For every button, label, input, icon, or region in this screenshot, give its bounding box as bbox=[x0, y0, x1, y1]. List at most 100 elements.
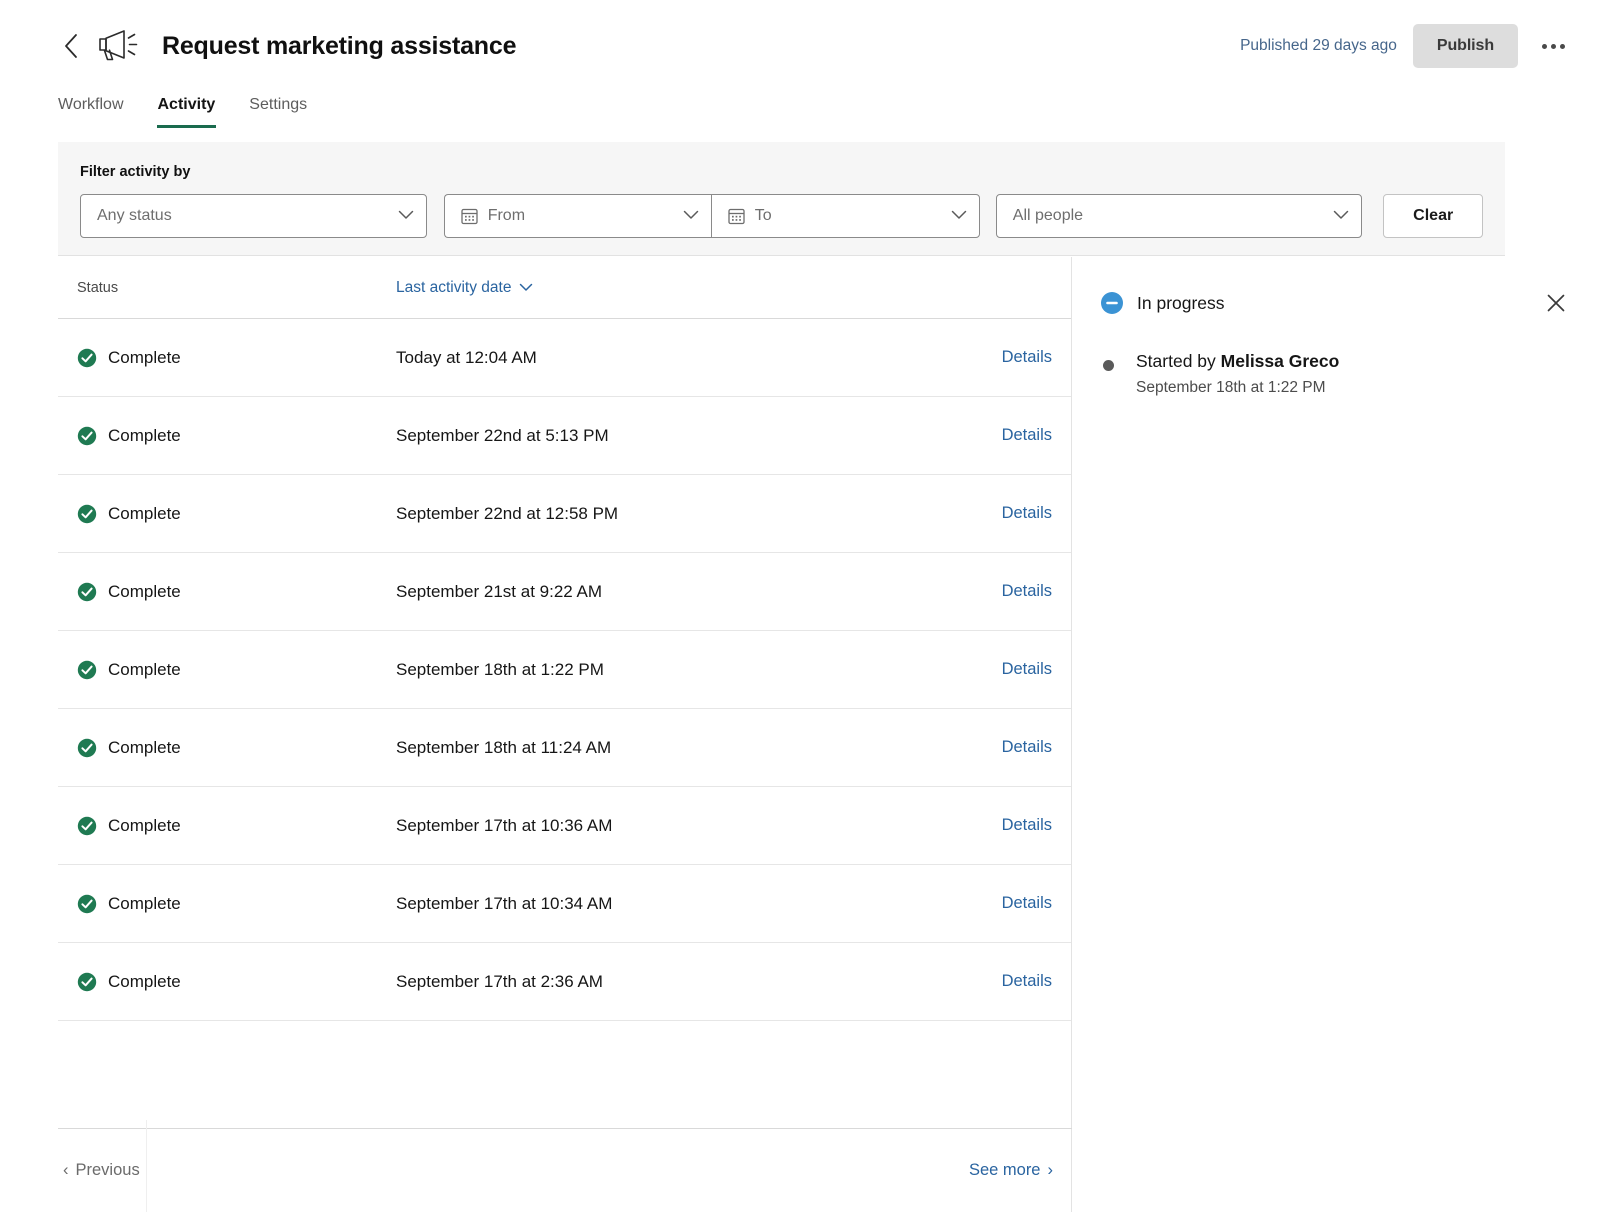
more-options-button[interactable] bbox=[1536, 29, 1570, 63]
see-more-label: See more bbox=[968, 1161, 1041, 1179]
timeline-item-title: Started by Melissa Greco bbox=[1136, 351, 1339, 372]
cell-details: Details bbox=[1002, 816, 1071, 835]
chevron-left-icon: ‹ bbox=[63, 1161, 69, 1179]
minus-circle-icon bbox=[1100, 291, 1124, 315]
details-link[interactable]: Details bbox=[1002, 816, 1052, 834]
status-filter-select[interactable]: Any status bbox=[80, 194, 427, 238]
column-header-last-activity-date[interactable]: Last activity date bbox=[396, 279, 533, 297]
to-date-filter-select[interactable]: To bbox=[710, 194, 980, 238]
table-row[interactable]: Complete September 22nd at 12:58 PM Detail… bbox=[58, 475, 1071, 553]
chevron-down-icon bbox=[1333, 207, 1349, 225]
timeline-item-timestamp: September 18th at 1:22 PM bbox=[1136, 379, 1326, 396]
pagination-bar: ‹ Previous See more › bbox=[58, 1128, 1072, 1212]
status-label: Complete bbox=[108, 425, 181, 445]
status-label: Complete bbox=[108, 503, 181, 523]
tab-workflow[interactable]: Workflow bbox=[58, 92, 124, 128]
status-label: Complete bbox=[108, 893, 181, 913]
tab-activity[interactable]: Activity bbox=[156, 92, 217, 128]
check-circle-icon bbox=[77, 582, 97, 602]
people-filter-value: All people bbox=[1012, 207, 1084, 224]
activity-timeline-item: Started by Melissa Greco September 18th … bbox=[1100, 351, 1572, 397]
details-link[interactable]: Details bbox=[1002, 582, 1052, 600]
ellipsis-icon bbox=[1559, 43, 1565, 49]
status-label: Complete bbox=[108, 581, 181, 601]
check-circle-icon bbox=[77, 972, 97, 992]
table-row[interactable]: Complete Today at 12:04 AM Details bbox=[58, 319, 1071, 397]
check-circle-icon bbox=[77, 426, 97, 446]
cell-last-activity-date: September 17th at 2:36 AM bbox=[396, 971, 603, 991]
column-header-status: Status bbox=[77, 279, 119, 296]
table-row[interactable]: Complete September 17th at 2:36 AM Details bbox=[58, 943, 1071, 1021]
status-label: Complete bbox=[108, 659, 181, 679]
details-link[interactable]: Details bbox=[1002, 894, 1052, 912]
cell-details: Details bbox=[1002, 582, 1071, 601]
publish-button[interactable]: Publish bbox=[1412, 24, 1518, 68]
check-circle-icon bbox=[77, 816, 97, 836]
details-link[interactable]: Details bbox=[1002, 738, 1052, 756]
chevron-right-icon: › bbox=[1047, 1161, 1054, 1179]
from-date-filter-select[interactable]: From bbox=[443, 194, 711, 238]
details-link[interactable]: Details bbox=[1002, 504, 1052, 522]
cell-details: Details bbox=[1002, 504, 1071, 523]
table-row[interactable]: Complete September 17th at 10:36 AM Detail… bbox=[58, 787, 1071, 865]
cell-details: Details bbox=[1002, 348, 1071, 367]
cell-last-activity-date: September 22nd at 12:58 PM bbox=[396, 503, 619, 523]
cell-details: Details bbox=[1002, 426, 1071, 445]
cell-last-activity-date: September 22nd at 5:13 PM bbox=[396, 425, 609, 445]
cell-status: Complete bbox=[58, 894, 396, 914]
previous-page-link[interactable]: ‹ Previous bbox=[63, 1161, 140, 1180]
details-link[interactable]: Details bbox=[1002, 426, 1052, 444]
table-row[interactable]: Complete September 22nd at 5:13 PM Details bbox=[58, 397, 1071, 475]
cell-details: Details bbox=[1002, 972, 1071, 991]
check-circle-icon bbox=[77, 504, 97, 524]
see-more-link[interactable]: See more › bbox=[969, 1161, 1053, 1180]
timeline-dot-icon bbox=[1103, 360, 1114, 371]
close-icon bbox=[1547, 294, 1565, 312]
check-circle-icon bbox=[77, 894, 97, 914]
table-row[interactable]: Complete September 18th at 11:24 AM Detail… bbox=[58, 709, 1071, 787]
table-row[interactable]: Complete September 18th at 1:22 PM Details bbox=[58, 631, 1071, 709]
previous-page-label: Previous bbox=[75, 1161, 140, 1179]
filter-bar: Filter activity by Any status From To Al… bbox=[58, 142, 1505, 256]
chevron-down-icon bbox=[683, 207, 699, 225]
table-row[interactable]: Complete September 17th at 10:34 AM Detail… bbox=[58, 865, 1071, 943]
table-body: Complete Today at 12:04 AM Details Complete… bbox=[58, 319, 1071, 1021]
check-circle-icon bbox=[77, 348, 97, 368]
status-label: Complete bbox=[108, 971, 181, 991]
people-filter-select[interactable]: All people bbox=[995, 194, 1363, 238]
layout-divider bbox=[146, 1120, 147, 1212]
status-label: Complete bbox=[108, 737, 181, 757]
activity-page: Request marketing assistance Published 2… bbox=[0, 0, 1600, 1212]
details-link[interactable]: Details bbox=[1002, 348, 1052, 366]
status-label: Complete bbox=[108, 815, 181, 835]
details-link[interactable]: Details bbox=[1002, 660, 1052, 678]
ellipsis-icon bbox=[1550, 43, 1556, 49]
cell-status: Complete bbox=[58, 738, 396, 758]
cell-details: Details bbox=[1002, 660, 1071, 679]
cell-last-activity-date: September 17th at 10:36 AM bbox=[396, 815, 613, 835]
cell-last-activity-date: September 18th at 1:22 PM bbox=[396, 659, 604, 679]
cell-last-activity-date: September 17th at 10:34 AM bbox=[396, 893, 613, 913]
chevron-down-icon bbox=[951, 207, 967, 225]
chevron-down-icon bbox=[519, 279, 533, 297]
cell-status: Complete bbox=[58, 816, 396, 836]
ellipsis-icon bbox=[1541, 43, 1547, 49]
column-header-label: Last activity date bbox=[396, 278, 512, 296]
chevron-left-icon bbox=[65, 34, 77, 58]
close-detail-panel-button[interactable] bbox=[1540, 287, 1572, 319]
tab-settings[interactable]: Settings bbox=[249, 92, 307, 128]
back-button[interactable] bbox=[56, 29, 86, 63]
megaphone-icon bbox=[92, 26, 144, 66]
clear-filters-button[interactable]: Clear bbox=[1383, 194, 1483, 238]
cell-status: Complete bbox=[58, 582, 396, 602]
cell-status: Complete bbox=[58, 426, 396, 446]
cell-status: Complete bbox=[58, 660, 396, 680]
table-row[interactable]: Complete September 21st at 9:22 AM Details bbox=[58, 553, 1071, 631]
from-date-filter-value: From bbox=[487, 207, 526, 224]
chevron-down-icon bbox=[398, 207, 414, 225]
activity-detail-panel: In progress Started by Melissa Greco Sep… bbox=[1072, 257, 1600, 1212]
details-link[interactable]: Details bbox=[1002, 972, 1052, 990]
cell-last-activity-date: September 18th at 11:24 AM bbox=[396, 737, 612, 757]
page-header: Request marketing assistance Published 2… bbox=[0, 0, 1600, 92]
timeline-item-prefix: Started by bbox=[1136, 351, 1221, 371]
